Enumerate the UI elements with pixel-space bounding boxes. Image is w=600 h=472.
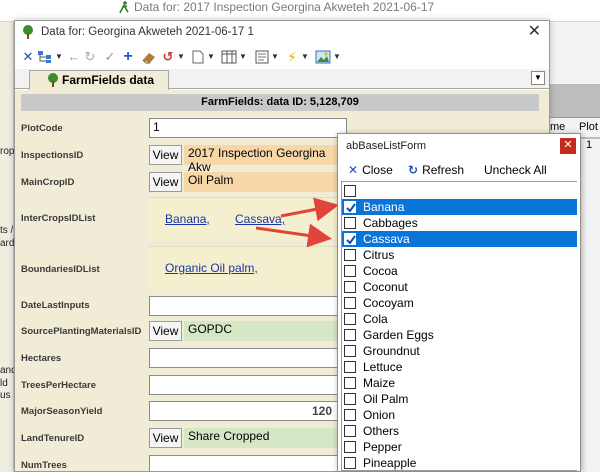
list-item-label: Pepper bbox=[363, 440, 402, 454]
close-x-icon: ✕ bbox=[348, 163, 359, 177]
list-item[interactable]: Cassava bbox=[342, 231, 577, 247]
list-item[interactable]: Cola bbox=[342, 311, 577, 327]
list-item-label: Maize bbox=[363, 376, 396, 390]
checkbox[interactable] bbox=[344, 377, 356, 389]
checkbox[interactable] bbox=[344, 393, 356, 405]
list-item[interactable]: Banana bbox=[342, 199, 577, 215]
list-item-label: Pineapple bbox=[363, 456, 417, 470]
checkbox[interactable] bbox=[344, 329, 356, 341]
checkmark-icon bbox=[346, 235, 356, 245]
checkbox[interactable] bbox=[344, 233, 356, 245]
list-item[interactable]: Pineapple bbox=[342, 455, 577, 470]
list-item-label: Cola bbox=[363, 312, 388, 326]
list-item[interactable]: Others bbox=[342, 423, 577, 439]
refresh-label: Refresh bbox=[422, 163, 465, 177]
annotation-arrow bbox=[280, 197, 339, 222]
close-button[interactable]: ✕ Close bbox=[348, 163, 393, 177]
crop-checklist: Banana Cabbages Cassava Citrus Cocoa Coconut C… bbox=[341, 181, 577, 471]
refresh-icon: ↻ bbox=[408, 163, 419, 177]
popup-title: abBaseListForm bbox=[346, 140, 427, 152]
checkbox[interactable] bbox=[344, 249, 356, 261]
checkbox[interactable] bbox=[344, 457, 356, 469]
list-item[interactable]: Onion bbox=[342, 407, 577, 423]
list-item[interactable]: Coconut bbox=[342, 279, 577, 295]
list-item-label: Cassava bbox=[363, 232, 410, 246]
uncheck-all-button[interactable]: Uncheck All bbox=[484, 163, 547, 177]
list-item[interactable]: Garden Eggs bbox=[342, 327, 577, 343]
checkbox[interactable] bbox=[344, 217, 356, 229]
checkbox[interactable] bbox=[344, 425, 356, 437]
list-item-label: Onion bbox=[363, 408, 396, 422]
popup-close-button[interactable]: ✕ bbox=[560, 138, 576, 154]
list-item[interactable] bbox=[342, 183, 577, 199]
list-item[interactable]: Cocoa bbox=[342, 263, 577, 279]
checkbox[interactable] bbox=[344, 201, 356, 213]
refresh-button[interactable]: ↻ Refresh bbox=[408, 163, 464, 177]
checkbox[interactable] bbox=[344, 361, 356, 373]
list-item-label: Cabbages bbox=[363, 216, 418, 230]
list-item[interactable]: Groundnut bbox=[342, 343, 577, 359]
checkbox[interactable] bbox=[344, 441, 356, 453]
list-item[interactable]: Lettuce bbox=[342, 359, 577, 375]
checkmark-icon bbox=[346, 203, 356, 213]
annotation-arrow bbox=[255, 223, 332, 248]
uncheck-all-label: Uncheck All bbox=[484, 163, 547, 177]
list-item-label: Groundnut bbox=[363, 344, 420, 358]
checkbox[interactable] bbox=[344, 409, 356, 421]
checkbox[interactable] bbox=[344, 265, 356, 277]
list-item-label: Cocoa bbox=[363, 264, 398, 278]
list-item-label: Others bbox=[363, 424, 400, 438]
list-item[interactable]: Oil Palm bbox=[342, 391, 577, 407]
list-item[interactable]: Maize bbox=[342, 375, 577, 391]
list-scrollbar[interactable] bbox=[578, 181, 580, 471]
close-label: Close bbox=[362, 163, 393, 177]
list-item-label: Cocoyam bbox=[363, 296, 414, 310]
checkbox[interactable] bbox=[344, 345, 356, 357]
list-item[interactable]: Pepper bbox=[342, 439, 577, 455]
checkbox[interactable] bbox=[344, 313, 356, 325]
list-item[interactable]: Cocoyam bbox=[342, 295, 577, 311]
checkbox[interactable] bbox=[344, 297, 356, 309]
list-item[interactable]: Citrus bbox=[342, 247, 577, 263]
list-item-label: Coconut bbox=[363, 280, 408, 294]
checkbox[interactable] bbox=[344, 185, 356, 197]
list-item-label: Lettuce bbox=[363, 360, 403, 374]
list-item-label: Oil Palm bbox=[363, 392, 409, 406]
checkbox[interactable] bbox=[344, 281, 356, 293]
base-list-form-popup: abBaseListForm ✕ ✕ Close ↻ Refresh Unche… bbox=[337, 133, 581, 472]
list-item-label: Banana bbox=[363, 200, 405, 214]
list-item-label: Citrus bbox=[363, 248, 395, 262]
list-item-label: Garden Eggs bbox=[363, 328, 434, 342]
list-item[interactable]: Cabbages bbox=[342, 215, 577, 231]
